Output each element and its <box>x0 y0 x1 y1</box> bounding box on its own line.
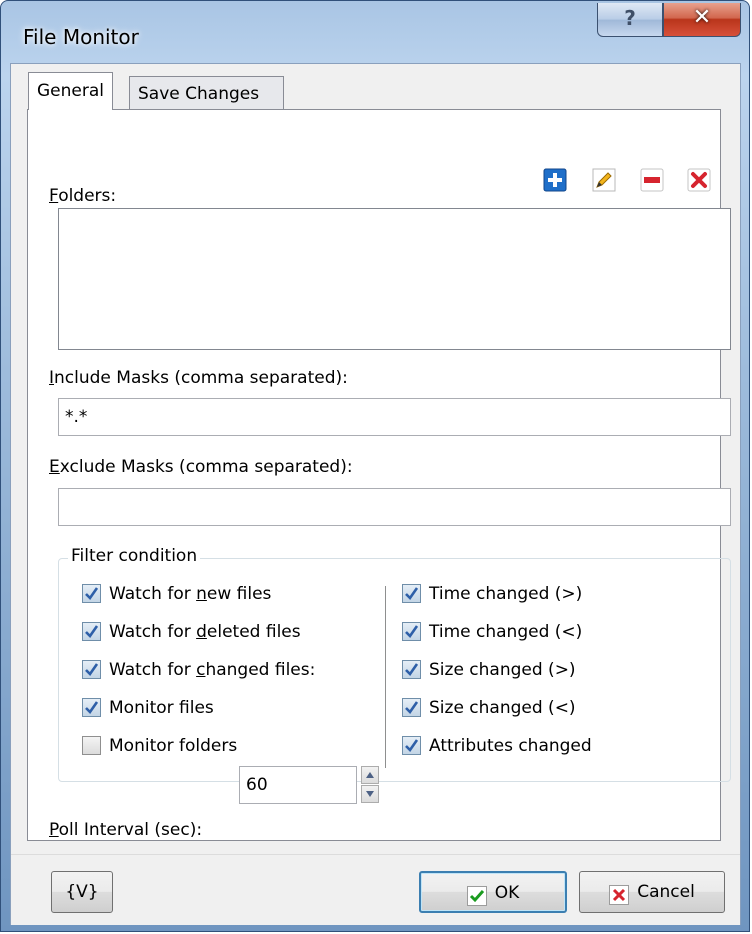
checkbox-label: Watch for deleted files <box>109 622 301 642</box>
tab-general[interactable]: General <box>28 72 113 110</box>
filter-divider <box>385 586 386 768</box>
cancel-button[interactable]: Cancel <box>579 871 725 913</box>
include-masks-input[interactable]: *.* <box>58 398 731 436</box>
poll-interval-input[interactable]: 60 <box>239 766 357 804</box>
window-title: File Monitor <box>23 25 139 49</box>
checkbox-box[interactable] <box>402 660 421 679</box>
folders-label: Folders: <box>49 186 117 206</box>
spin-up-button[interactable] <box>361 766 379 784</box>
variables-button[interactable]: {V} <box>51 871 113 913</box>
file-monitor-window: File Monitor ? ✕ General Save Changes Fo… <box>0 0 750 932</box>
checkbox-box[interactable] <box>82 622 101 641</box>
cancel-label: Cancel <box>637 882 695 902</box>
checkbox-box[interactable] <box>402 736 421 755</box>
checkbox-box[interactable] <box>82 698 101 717</box>
folders-list[interactable] <box>58 208 731 350</box>
close-button[interactable]: ✕ <box>663 3 741 37</box>
ok-button[interactable]: OK <box>419 871 567 913</box>
filter-condition-legend: Filter condition <box>68 546 201 566</box>
help-button[interactable]: ? <box>597 3 663 37</box>
dialog-client-area: General Save Changes Folders: Include Ma… <box>10 63 741 925</box>
checkbox-box[interactable] <box>402 584 421 603</box>
checkbox-label: Watch for new files <box>109 584 272 604</box>
checkbox-box[interactable] <box>402 622 421 641</box>
tab-save-changes[interactable]: Save Changes <box>129 76 284 110</box>
include-masks-label: Include Masks (comma separated): <box>49 368 348 388</box>
dialog-button-bar: {V} OK Cancel <box>11 854 740 925</box>
spin-down-button[interactable] <box>361 785 379 803</box>
checkbox-label: Watch for changed files: <box>109 660 316 680</box>
remove-icon[interactable] <box>640 168 664 192</box>
checkbox-label: Monitor files <box>109 698 214 718</box>
ok-label: OK <box>494 883 520 903</box>
check-icon <box>466 881 487 906</box>
exclude-masks-input[interactable] <box>58 488 731 526</box>
edit-icon[interactable] <box>592 168 616 192</box>
checkbox-box[interactable] <box>82 736 101 755</box>
checkbox-label: Time changed (<) <box>429 622 583 642</box>
checkbox-box[interactable] <box>82 584 101 603</box>
checkbox-label: Time changed (>) <box>429 584 583 604</box>
checkbox-box[interactable] <box>82 660 101 679</box>
exclude-masks-label: Exclude Masks (comma separated): <box>49 457 353 477</box>
checkbox-label: Monitor folders <box>109 736 238 756</box>
checkbox-label: Size changed (>) <box>429 660 576 680</box>
delete-icon[interactable] <box>687 168 711 192</box>
poll-interval-label: Poll Interval (sec): <box>49 820 203 840</box>
cancel-x-icon <box>609 880 630 905</box>
add-icon[interactable] <box>543 168 567 192</box>
general-tab-panel: Folders: Include Masks (comma separated)… <box>27 109 731 841</box>
checkbox-box[interactable] <box>402 698 421 717</box>
checkbox-label: Size changed (<) <box>429 698 576 718</box>
checkbox-label: Attributes changed <box>429 736 592 756</box>
